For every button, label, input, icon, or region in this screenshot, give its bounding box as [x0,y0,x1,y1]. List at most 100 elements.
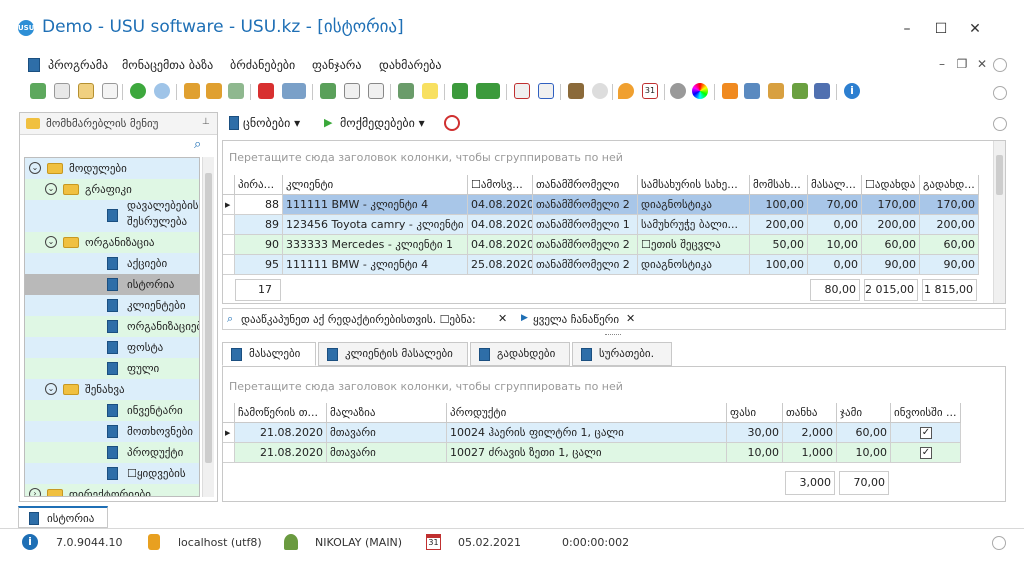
table-cell[interactable]: 21.08.2020 [235,443,327,463]
table-cell[interactable]: ☐ეთის შეცვლა [638,235,750,255]
table-cell[interactable]: მთავარი [327,443,447,463]
table-cell[interactable]: 200,00 [862,215,920,235]
table-cell[interactable]: 10,00 [837,443,891,463]
column-header[interactable]: პირა... [235,175,283,195]
expand-toggle-icon[interactable]: ⌄ [45,236,57,248]
table-cell[interactable]: 30,00 [727,423,783,443]
table-cell[interactable]: 50,00 [750,235,808,255]
expand-toggle-icon[interactable]: ⌄ [29,162,41,174]
table-cell[interactable]: 200,00 [920,215,979,235]
tree-item-12[interactable]: მოთხოვნები [25,421,199,442]
table-cell[interactable]: 60,00 [920,235,979,255]
filter-search-text[interactable]: დააწკაპუნეთ აქ რედაქტირებისთვის. ☐ებნა: [241,313,476,326]
expand-toggle-icon[interactable]: ⌄ [45,383,57,395]
table-cell[interactable]: დიაგნოსტიკა [638,195,750,215]
filter-clear-icon[interactable] [206,83,222,99]
export-dropdown-icon[interactable] [476,83,500,99]
row-indicator[interactable] [223,443,235,463]
column-header[interactable]: ინვოისში ... [891,403,961,423]
expand-icon[interactable] [344,83,360,99]
mdi-minimize-button[interactable]: – [934,57,950,71]
table-cell[interactable]: 89 [235,215,283,235]
table-cell[interactable]: დიაგნოსტიკა [638,255,750,275]
tree-item-9[interactable]: ფული [25,358,199,379]
rss-icon[interactable] [722,83,738,99]
tab-client-materials[interactable]: კლიენტის მასალები [318,342,468,366]
table-cell[interactable]: 170,00 [920,195,979,215]
tree-item-2[interactable]: დავალებების შესრულება [25,199,199,232]
column-header[interactable]: მალაზია [327,403,447,423]
menu-database[interactable]: მონაცემთა ბაზა [122,58,213,72]
search-icon[interactable] [154,83,170,99]
mdi-restore-button[interactable]: ❐ [954,57,970,71]
table-cell[interactable]: 90,00 [920,255,979,275]
columns-icon[interactable] [320,83,336,99]
column-header[interactable]: სამსახურის სახე... [638,175,750,195]
row-indicator[interactable]: ▶ [223,423,235,443]
filter-settings-icon[interactable] [228,83,244,99]
menu-commands[interactable]: ბრძანებები [230,58,295,72]
table-cell[interactable]: 04.08.2020 [468,195,533,215]
row-indicator[interactable] [223,215,235,235]
edit-icon[interactable] [78,83,94,99]
subtoolbar-collapse-icon[interactable] [993,117,1007,131]
table-cell[interactable]: თანამშრომელი 1 [533,215,638,235]
tree-scroll-thumb[interactable] [205,173,212,463]
reports-dropdown[interactable]: ცნობები ▾ [243,116,300,130]
expand-toggle-icon[interactable]: ⌄ [45,183,57,195]
table-cell[interactable]: 200,00 [750,215,808,235]
column-header[interactable]: ☐ამოსვ... [468,175,533,195]
column-header[interactable]: კლიენტი [283,175,468,195]
tree-item-8[interactable]: ფოსტა [25,337,199,358]
table-cell[interactable]: 60,00 [862,235,920,255]
table-cell[interactable]: 10,00 [727,443,783,463]
tree-item-7[interactable]: ორგანიზაციები [25,316,199,337]
menu-program[interactable]: პროგრამა [48,58,108,72]
grid-scrollbar[interactable] [993,141,1005,303]
actions-dropdown[interactable]: მოქმედებები ▾ [340,116,425,130]
column-header[interactable]: ჯამი [837,403,891,423]
collapse-ribbon-icon[interactable] [993,58,1007,72]
table-cell[interactable]: 10,00 [808,235,862,255]
table-cell[interactable]: 04.08.2020 [468,215,533,235]
row-indicator[interactable] [223,235,235,255]
table-cell[interactable]: 111111 BMW - კლიენტი 4 [283,255,468,275]
copy-icon[interactable] [54,83,70,99]
tree-folder-0[interactable]: ⌄ მოდულები [25,158,199,179]
refresh-icon[interactable] [30,83,46,99]
table-cell[interactable]: 95 [235,255,283,275]
stop-icon[interactable] [444,115,460,131]
table-cell[interactable]: 100,00 [750,195,808,215]
column-header[interactable]: ჩამოწერის თ... [235,403,327,423]
tree-folder-3[interactable]: ⌄ ორგანიზაცია [25,232,199,253]
row-indicator[interactable]: ▶ [223,195,235,215]
close-button[interactable]: ✕ [964,18,986,40]
table-cell[interactable]: თანამშრომელი 2 [533,255,638,275]
status-collapse-icon[interactable] [992,536,1006,550]
window-icon[interactable] [538,83,554,99]
info-icon[interactable]: i [844,83,860,99]
table-cell[interactable]: 90,00 [862,255,920,275]
search-icon[interactable]: ⌕ [194,137,210,153]
table-cell[interactable]: თანამშრომელი 2 [533,235,638,255]
column-header[interactable]: პროდუქტი [447,403,727,423]
add-row-icon[interactable] [398,83,414,99]
tree-item-13[interactable]: პროდუქტი [25,442,199,463]
grid-scroll-thumb[interactable] [996,155,1003,195]
layout-icon[interactable] [744,83,760,99]
table-cell[interactable]: 170,00 [862,195,920,215]
tree-item-11[interactable]: ინვენტარი [25,400,199,421]
column-header[interactable]: მასალ... [808,175,862,195]
window-tab-history[interactable]: ისტორია [18,506,108,528]
table-cell[interactable]: ✓ [891,423,961,443]
excel-export-icon[interactable] [452,83,468,99]
table-cell[interactable]: 111111 BMW - კლიენტი 4 [283,195,468,215]
column-header[interactable]: გადახდ... [920,175,979,195]
maximize-button[interactable]: ☐ [930,18,952,40]
users-icon[interactable] [792,83,808,99]
table-cell[interactable]: 25.08.2020 [468,255,533,275]
table-cell[interactable]: 21.08.2020 [235,423,327,443]
tree-item-14[interactable]: ☐ყიდვების [25,463,199,484]
expand-toggle-icon[interactable]: › [29,488,41,496]
collapse-icon[interactable] [368,83,384,99]
